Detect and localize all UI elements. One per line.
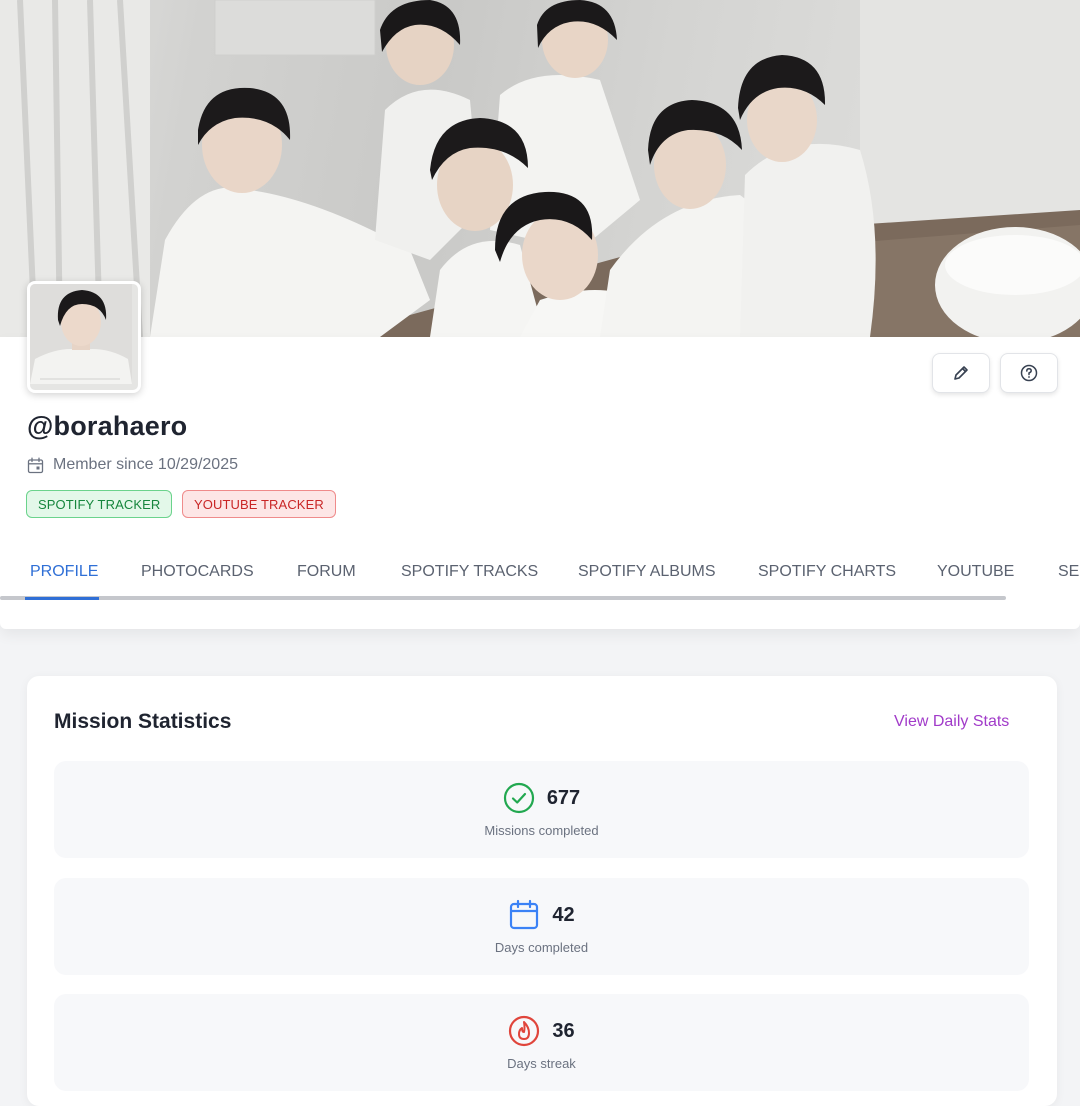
mission-statistics-title: Mission Statistics	[54, 710, 232, 733]
cover-banner	[0, 0, 1080, 337]
stat-missions-completed: 677 Missions completed	[54, 761, 1029, 858]
stat-label: Days completed	[494, 940, 589, 955]
profile-tabs: PROFILE PHOTOCARDS FORUM SPOTIFY TRACKS …	[0, 552, 1080, 598]
tab-spotify-albums[interactable]: SPOTIFY ALBUMS	[578, 552, 716, 592]
member-since: Member since 10/29/2025	[27, 454, 238, 476]
stat-days-streak: 36 Days streak	[54, 994, 1029, 1091]
avatar-photo	[30, 284, 132, 384]
youtube-tracker-badge[interactable]: YOUTUBE TRACKER	[182, 490, 336, 518]
tab-forum[interactable]: FORUM	[297, 552, 356, 592]
tab-spotify-tracks[interactable]: SPOTIFY TRACKS	[401, 552, 538, 592]
check-circle-icon	[503, 782, 534, 814]
member-since-text: Member since 10/29/2025	[53, 456, 238, 473]
stat-value: 42	[552, 903, 575, 926]
calendar-icon	[510, 899, 539, 930]
stat-value: 36	[552, 1019, 575, 1042]
stat-days-completed: 42 Days completed	[54, 878, 1029, 975]
avatar[interactable]	[27, 281, 141, 393]
username: @borahaero	[27, 411, 188, 441]
question-circle-icon	[1020, 364, 1038, 382]
tab-profile[interactable]: PROFILE	[30, 552, 98, 592]
tab-youtube[interactable]: YOUTUBE	[937, 552, 1014, 592]
stat-label: Missions completed	[484, 823, 599, 838]
tabs-scrollbar[interactable]	[0, 596, 1006, 600]
flame-icon	[509, 1015, 540, 1047]
tab-settings[interactable]: SE	[1058, 552, 1079, 592]
help-button[interactable]	[1000, 353, 1058, 393]
pencil-icon	[954, 366, 968, 380]
tab-spotify-charts[interactable]: SPOTIFY CHARTS	[758, 552, 896, 592]
view-daily-stats-link[interactable]: View Daily Stats	[894, 713, 1009, 731]
edit-profile-button[interactable]	[932, 353, 990, 393]
cover-photo	[0, 0, 1080, 337]
active-tab-indicator	[25, 597, 99, 600]
spotify-tracker-badge[interactable]: SPOTIFY TRACKER	[26, 490, 173, 518]
calendar-small-icon	[27, 457, 44, 473]
tab-photocards[interactable]: PHOTOCARDS	[141, 552, 254, 592]
stat-label: Days streak	[507, 1056, 576, 1071]
stat-value: 677	[546, 786, 581, 809]
